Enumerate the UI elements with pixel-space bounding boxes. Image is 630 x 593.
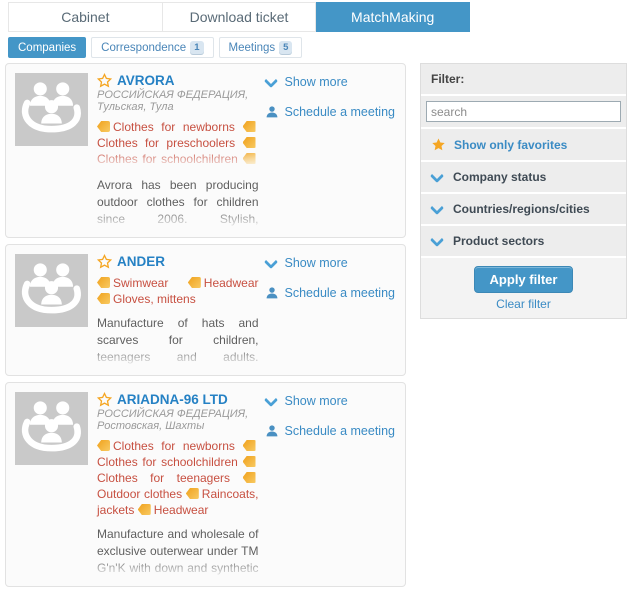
tag-icon — [188, 277, 201, 288]
chevron-down-icon — [431, 204, 445, 214]
product-tags: Clothes for newborns Clothes for prescho… — [97, 119, 259, 169]
company-description: Manufacture of hats and scarves for chil… — [97, 315, 259, 366]
tab-download-ticket[interactable]: Download ticket — [163, 2, 317, 32]
company-location: РОССИЙСКАЯ ФЕДЕРАЦИЯ, Ростовская, Шахты — [97, 408, 259, 432]
schedule-meeting-button[interactable]: Schedule a meeting — [265, 286, 396, 300]
show-more-button[interactable]: Show more — [265, 75, 396, 89]
filter-panel: Filter: Show only favorites Company stat… — [420, 63, 627, 319]
tag-icon — [243, 472, 256, 483]
show-more-button[interactable]: Show more — [265, 256, 396, 270]
company-card: AVRORA РОССИЙСКАЯ ФЕДЕРАЦИЯ, Тульская, Т… — [5, 63, 406, 238]
star-icon — [431, 137, 446, 152]
chevron-down-icon — [265, 77, 279, 87]
filter-section-company-status[interactable]: Company status — [421, 162, 626, 194]
company-name-link[interactable]: AVRORA — [117, 73, 175, 88]
schedule-meeting-button[interactable]: Schedule a meeting — [265, 105, 396, 119]
company-avatar — [15, 392, 88, 465]
favorite-star-icon[interactable] — [97, 73, 112, 88]
chevron-down-icon — [265, 396, 279, 406]
company-avatar — [15, 254, 88, 327]
tag-icon — [186, 488, 199, 499]
group-icon — [15, 73, 88, 146]
tag-icon — [97, 293, 110, 304]
product-tags: Clothes for newborns Clothes for schoolc… — [97, 438, 259, 518]
tag-icon — [243, 440, 256, 451]
filter-section-countries[interactable]: Countries/regions/cities — [421, 194, 626, 226]
subtab-meetings[interactable]: Meetings 5 — [219, 37, 303, 58]
company-card: ANDER Swimwear Headwear Gloves, mittens … — [5, 244, 406, 376]
main-tab-bar: Cabinet Download ticket MatchMaking — [8, 2, 470, 32]
company-card: ARIADNA-96 LTD РОССИЙСКАЯ ФЕДЕРАЦИЯ, Рос… — [5, 382, 406, 587]
tag-icon — [243, 137, 256, 148]
filter-search-input[interactable] — [426, 101, 621, 122]
clear-filter-link[interactable]: Clear filter — [421, 297, 626, 311]
company-location: РОССИЙСКАЯ ФЕДЕРАЦИЯ, Тульская, Тула — [97, 89, 259, 113]
product-tag: Headwear — [188, 276, 259, 290]
show-favorites-label: Show only favorites — [454, 138, 567, 152]
subtab-meetings-label: Meetings — [229, 42, 276, 54]
subtab-correspondence[interactable]: Correspondence 1 — [91, 37, 213, 58]
tag-icon — [243, 456, 256, 467]
person-icon — [265, 105, 279, 119]
meetings-count-badge: 5 — [279, 41, 292, 54]
tag-icon — [138, 504, 151, 515]
schedule-meeting-button[interactable]: Schedule a meeting — [265, 424, 396, 438]
sub-tab-bar: Companies Correspondence 1 Meetings 5 — [8, 37, 630, 58]
group-icon — [15, 254, 88, 327]
product-tag: Swimwear — [97, 276, 168, 290]
filter-title: Filter: — [421, 64, 626, 96]
chevron-down-icon — [431, 236, 445, 246]
person-icon — [265, 424, 279, 438]
chevron-down-icon — [265, 258, 279, 268]
tag-icon — [97, 277, 110, 288]
show-favorites-toggle[interactable]: Show only favorites — [421, 129, 626, 162]
chevron-down-icon — [431, 172, 445, 182]
favorite-star-icon[interactable] — [97, 392, 112, 407]
company-avatar — [15, 73, 88, 146]
product-tag: Gloves, mittens — [97, 292, 196, 306]
company-name-link[interactable]: ARIADNA-96 LTD — [117, 392, 228, 407]
company-name-link[interactable]: ANDER — [117, 254, 165, 269]
person-icon — [265, 286, 279, 300]
tab-cabinet[interactable]: Cabinet — [8, 2, 163, 32]
product-tag: Clothes for newborns — [97, 120, 235, 134]
filter-section-product-sectors[interactable]: Product sectors — [421, 226, 626, 258]
correspondence-count-badge: 1 — [190, 41, 203, 54]
subtab-companies[interactable]: Companies — [8, 37, 86, 58]
tag-icon — [243, 153, 256, 164]
group-icon — [15, 392, 88, 465]
company-description: Avrora has been producing outdoor clothe… — [97, 177, 259, 228]
subtab-correspondence-label: Correspondence — [101, 42, 186, 54]
product-tag: Clothes for newborns — [97, 439, 235, 453]
company-description: Manufacture and wholesale of exclusive o… — [97, 526, 259, 577]
favorite-star-icon[interactable] — [97, 254, 112, 269]
company-list: AVRORA РОССИЙСКАЯ ФЕДЕРАЦИЯ, Тульская, Т… — [5, 63, 406, 593]
apply-filter-button[interactable]: Apply filter — [474, 266, 574, 293]
tag-icon — [97, 121, 110, 132]
subtab-companies-label: Companies — [18, 42, 76, 54]
product-tag: Headwear — [138, 503, 209, 517]
tab-matchmaking[interactable]: MatchMaking — [316, 2, 470, 32]
tag-icon — [243, 121, 256, 132]
show-more-button[interactable]: Show more — [265, 394, 396, 408]
tag-icon — [97, 440, 110, 451]
product-tags: Swimwear Headwear Gloves, mittens — [97, 275, 259, 307]
